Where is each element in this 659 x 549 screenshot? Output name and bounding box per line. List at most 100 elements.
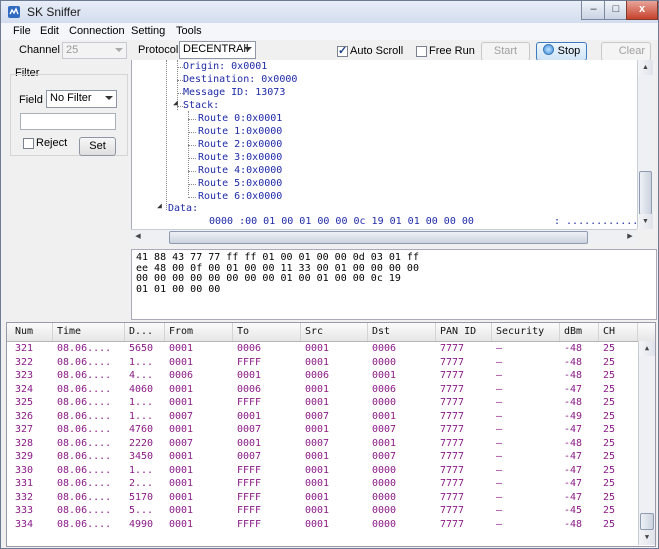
tree-route[interactable]: Route 3:0x0000 [198, 152, 282, 163]
stop-button[interactable]: Stop [536, 42, 587, 61]
menu-edit[interactable]: Edit [40, 25, 59, 37]
field-select[interactable]: No Filter [46, 90, 117, 108]
table-row[interactable]: 327 08.06.... 4760 0001 0007 0001 0007 7777 – -47… [7, 423, 638, 437]
tree-connector [188, 119, 196, 120]
protocol-select[interactable]: DECENTRAll [179, 41, 256, 59]
clear-button[interactable]: Clear [601, 42, 651, 61]
cell-ch: 25 [603, 505, 616, 516]
filter-text-input[interactable] [20, 113, 116, 130]
tree-vertical-scrollbar[interactable]: ▲ ▼ [637, 60, 653, 229]
scroll-left-icon[interactable]: ◀ [131, 230, 145, 244]
column-header-from[interactable]: From [165, 323, 233, 341]
reject-checkbox[interactable] [23, 138, 34, 149]
table-row[interactable]: 326 08.06.... 1... 0007 0001 0007 0001 7777 – -49… [7, 410, 638, 424]
cell-dst: 0000 [372, 491, 397, 503]
app-window: SK Sniffer – □ x File Edit Connection Se… [0, 0, 659, 549]
table-row[interactable]: 321 08.06.... 5650 0001 0006 0001 0006 7777 – -48… [7, 342, 638, 356]
table-row[interactable]: 325 08.06.... 1... 0001 FFFF 0001 0000 7777 – -48… [7, 396, 638, 410]
minimize-button[interactable]: – [581, 1, 606, 20]
table-row[interactable]: 333 08.06.... 5... 0001 FFFF 0001 0000 7777 – -45… [7, 504, 638, 518]
table-row[interactable]: 332 08.06.... 5170 0001 FFFF 0001 0000 7777 – -47… [7, 491, 638, 505]
column-header-num[interactable]: Num [11, 323, 53, 341]
table-row[interactable]: 323 08.06.... 4... 0006 0001 0006 0001 7777 – -48… [7, 369, 638, 383]
column-header-src[interactable]: Src [301, 323, 368, 341]
cell-security: – [496, 437, 503, 449]
tree-route[interactable]: Route 2:0x0000 [198, 139, 282, 150]
table-row[interactable]: 322 08.06.... 1... 0001 FFFF 0001 0000 7777 – -48… [7, 356, 638, 370]
tree-destination[interactable]: Destination: 0x0000 [183, 74, 297, 85]
tree-data[interactable]: Data: [168, 203, 198, 214]
cell-dst: 0001 [372, 370, 397, 381]
hex-dump-view[interactable]: 41 88 43 77 77 ff ff 01 00 01 00 00 0d 0… [131, 249, 657, 320]
table-row[interactable]: 331 08.06.... 2... 0001 FFFF 0001 0000 7777 – -47… [7, 477, 638, 491]
scroll-up-icon[interactable]: ▲ [638, 60, 653, 75]
table-row[interactable]: 334 08.06.... 4990 0001 FFFF 0001 0000 7777 – -48… [7, 518, 638, 532]
column-header-dst[interactable]: Dst [368, 323, 436, 341]
grid-vertical-scrollbar[interactable]: ▲ ▼ [638, 341, 655, 545]
table-row[interactable]: 329 08.06.... 3450 0001 0007 0001 0007 7777 – -47… [7, 450, 638, 464]
scroll-down-icon[interactable]: ▼ [638, 214, 653, 229]
cell-dbm: -47 [564, 383, 583, 395]
table-row[interactable]: 328 08.06.... 2220 0007 0001 0007 0001 7777 – -48… [7, 437, 638, 451]
table-row[interactable]: 330 08.06.... 1... 0001 FFFF 0001 0000 7777 – -47… [7, 464, 638, 478]
tree-horizontal-scrollbar[interactable]: ◀ ▶ [131, 229, 637, 244]
cell-to: FFFF [237, 478, 262, 489]
free-run-checkbox[interactable] [416, 46, 427, 57]
scroll-up-icon[interactable]: ▲ [639, 341, 655, 356]
scroll-down-icon[interactable]: ▼ [639, 530, 655, 545]
cell-pan-id: 7777 [440, 464, 465, 476]
auto-scroll-checkbox[interactable] [337, 44, 348, 57]
channel-select[interactable]: 25 [62, 42, 127, 59]
tree-origin[interactable]: Origin: 0x0001 [183, 61, 267, 72]
cell-dbm: -47 [564, 491, 583, 503]
menu-setting[interactable]: Setting [131, 25, 165, 37]
cell-to: 0006 [237, 383, 262, 395]
close-button[interactable]: x [626, 1, 658, 20]
menu-connection[interactable]: Connection [69, 25, 125, 37]
tree-message-id[interactable]: Message ID: 13073 [183, 87, 285, 98]
cell-src: 0001 [305, 383, 330, 395]
cell-from: 0001 [169, 464, 194, 476]
cell-num: 323 [15, 370, 34, 381]
column-header-pan-id[interactable]: PAN ID [436, 323, 492, 341]
tree-route[interactable]: Route 5:0x0000 [198, 178, 282, 189]
table-row[interactable]: 324 08.06.... 4060 0001 0006 0001 0006 7777 – -47… [7, 383, 638, 397]
maximize-button[interactable]: □ [604, 1, 628, 20]
set-button[interactable]: Set [79, 137, 116, 156]
scroll-right-icon[interactable]: ▶ [623, 230, 637, 244]
cell-pan-id: 7777 [440, 478, 465, 489]
cell-num: 332 [15, 491, 34, 503]
packet-list-grid[interactable]: Num Time D... From To Src Dst PAN ID Sec… [6, 322, 656, 547]
tree-route[interactable]: Route 0:0x0001 [198, 113, 282, 124]
scroll-thumb[interactable] [169, 231, 588, 244]
scroll-thumb[interactable] [639, 171, 652, 215]
cell-src: 0007 [305, 437, 330, 449]
tree-data-row[interactable]: 0000 :00 01 00 01 00 00 0c 19 01 01 00 0… [209, 216, 474, 227]
column-header-security[interactable]: Security [492, 323, 560, 341]
menu-tools[interactable]: Tools [176, 25, 202, 37]
column-header-duration[interactable]: D... [125, 323, 165, 341]
collapse-triangle-icon[interactable]: ◢ [157, 201, 162, 210]
tree-route[interactable]: Route 4:0x0000 [198, 165, 282, 176]
protocol-label: Protocol [138, 44, 179, 56]
cell-to: FFFF [237, 491, 262, 503]
column-header-time[interactable]: Time [53, 323, 125, 341]
cell-duration: 1... [129, 410, 154, 422]
column-header-ch[interactable]: CH [599, 323, 638, 341]
column-header-to[interactable]: To [233, 323, 301, 341]
packet-tree-view[interactable]: Origin: 0x0001 Destination: 0x0000 Messa… [131, 60, 638, 229]
menu-file[interactable]: File [13, 25, 31, 37]
tree-route[interactable]: Route 6:0x0000 [198, 191, 282, 202]
tree-stack[interactable]: Stack: [183, 100, 219, 111]
cell-num: 321 [15, 343, 34, 354]
cell-duration: 1... [129, 356, 154, 368]
cell-from: 0001 [169, 424, 194, 435]
start-button[interactable]: Start [481, 42, 530, 61]
column-header-dbm[interactable]: dBm [560, 323, 599, 341]
scroll-thumb[interactable] [640, 513, 654, 530]
collapse-triangle-icon[interactable]: ◢ [173, 98, 178, 107]
main-panel: Channel 25 Protocol DECENTRAll Auto Scro… [1, 40, 658, 548]
tree-route[interactable]: Route 1:0x0000 [198, 126, 282, 137]
cell-time: 08.06.... [57, 451, 112, 462]
cell-from: 0007 [169, 410, 194, 422]
